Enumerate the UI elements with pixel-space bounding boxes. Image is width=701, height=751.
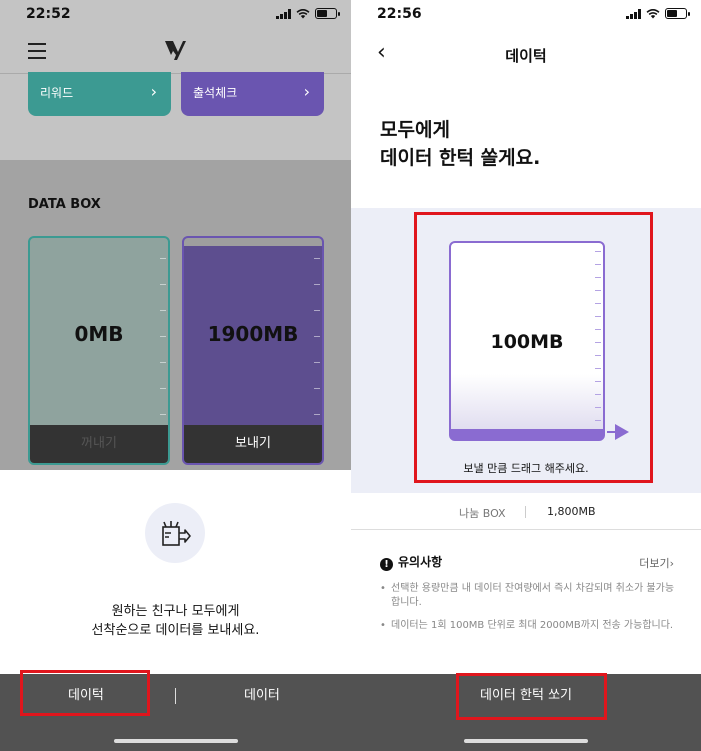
- home-indicator: [464, 739, 588, 743]
- highlight-send-button: [456, 673, 607, 720]
- sheet-message-line2: 선착순으로 데이터를 보내세요.: [91, 623, 260, 638]
- warning-icon: !: [380, 558, 393, 571]
- signal-icon: [276, 8, 291, 19]
- receive-box-value: 0MB: [74, 322, 124, 346]
- more-label: 더보기: [639, 557, 670, 570]
- attendance-button[interactable]: 출석체크 ›: [181, 72, 324, 116]
- chevron-right-icon: ›: [303, 82, 310, 101]
- reward-label: 리워드: [40, 86, 74, 100]
- reward-button[interactable]: 리워드 ›: [28, 72, 171, 116]
- attendance-label: 출석체크: [193, 86, 238, 100]
- battery-icon: [665, 8, 690, 19]
- share-box-row: 나눔 BOX 1,800MB: [351, 494, 701, 530]
- status-time: 22:52: [26, 6, 71, 22]
- databox-title: DATA BOX: [28, 197, 101, 212]
- tab-data[interactable]: 데이터: [244, 684, 280, 703]
- chevron-right-icon: ›: [150, 82, 157, 101]
- wifi-icon: [646, 8, 660, 18]
- headline: 모두에게 데이터 한턱 쏠게요.: [380, 116, 540, 172]
- status-bar: 22:56: [351, 0, 701, 30]
- share-box-label: 나눔 BOX: [459, 507, 506, 520]
- status-bar: 22:52: [0, 0, 351, 30]
- notice-title: ! 유의사항: [380, 553, 442, 571]
- notice-item: 데이터는 1회 100MB 단위로 최대 2000MB까지 전송 가능합니다.: [380, 619, 680, 633]
- send-box-lip: [184, 238, 322, 246]
- sheet-message: 원하는 친구나 모두에게 선착순으로 데이터를 보내세요.: [0, 602, 351, 640]
- brand-logo-icon: [165, 41, 186, 60]
- share-box-divider: [525, 506, 526, 518]
- chevron-right-icon: ›: [669, 557, 674, 570]
- bottom-sheet: 원하는 친구나 모두에게 선착순으로 데이터를 보내세요.: [0, 470, 351, 674]
- signal-icon: [626, 8, 641, 19]
- send-box-value: 1900MB: [207, 322, 299, 346]
- sheet-message-line1: 원하는 친구나 모두에게: [111, 604, 240, 619]
- take-out-button[interactable]: 꺼내기: [30, 425, 168, 463]
- battery-icon: [315, 8, 340, 19]
- notice-title-text: 유의사항: [398, 555, 443, 569]
- status-time: 22:56: [377, 6, 422, 22]
- headline-line2: 데이터 한턱 쏠게요.: [380, 147, 541, 169]
- home-indicator: [114, 739, 238, 743]
- share-box-amount: 1,800MB: [547, 505, 596, 518]
- send-box-icon: [145, 503, 205, 563]
- datatok-intro-screen: 22:52 리워드 › 출석체크 › DATA BOX 0MB 꺼내기 1900…: [0, 0, 351, 751]
- hamburger-menu-icon[interactable]: [28, 43, 46, 59]
- highlight-gauge: [414, 212, 653, 483]
- notice-item: 선택한 용량만큼 내 데이터 잔여량에서 즉시 차감되며 취소가 불가능 합니다…: [380, 582, 680, 610]
- notice-list: 선택한 용량만큼 내 데이터 잔여량에서 즉시 차감되며 취소가 불가능 합니다…: [380, 582, 680, 642]
- receive-databox: 0MB 꺼내기: [28, 236, 170, 465]
- tab-separator: [175, 688, 176, 704]
- highlight-datatok-tab: [20, 670, 150, 716]
- headline-line1: 모두에게: [380, 119, 450, 141]
- send-button[interactable]: 보내기: [184, 425, 322, 463]
- datatok-send-screen: 22:56 ‹ 데이턱 모두에게 데이터 한턱 쏠게요. 100MB 보낼 만큼…: [351, 0, 701, 751]
- more-link[interactable]: 더보기›: [639, 555, 674, 571]
- send-databox: 1900MB 보내기: [182, 236, 324, 465]
- page-title: 데이턱: [505, 47, 547, 65]
- wifi-icon: [296, 8, 310, 18]
